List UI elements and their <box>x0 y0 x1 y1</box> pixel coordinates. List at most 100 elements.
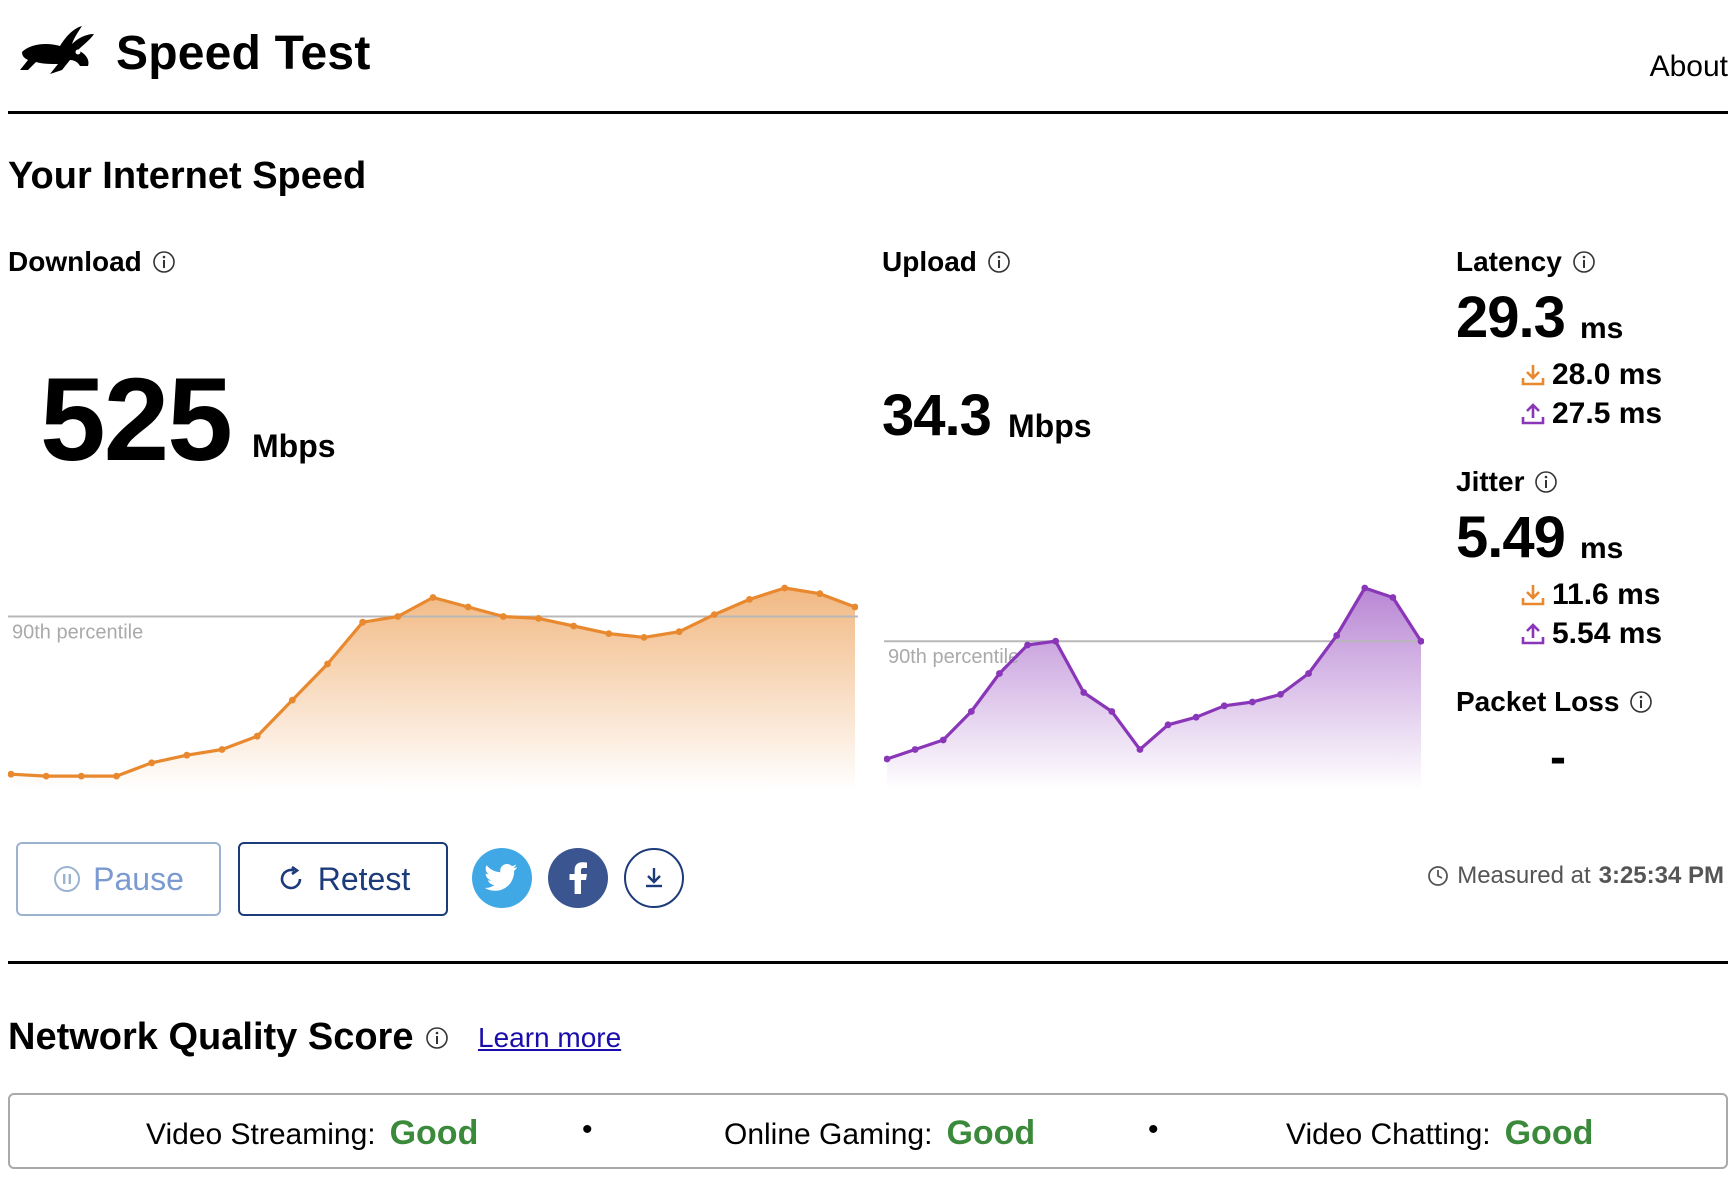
chart-point <box>148 759 156 767</box>
upload-label-text: Upload <box>882 246 977 277</box>
upload-value: 34.3 <box>882 383 992 448</box>
measured-at: Measured at 3:25:34 PM <box>1427 862 1724 890</box>
chart-area <box>887 588 1421 790</box>
upload-arrow-icon <box>1521 403 1545 425</box>
score-value: Good <box>389 1114 479 1152</box>
facebook-icon <box>569 862 587 894</box>
chart-point <box>996 670 1003 677</box>
info-icon[interactable] <box>987 250 1011 274</box>
jitter-download-value: 11.6 ms <box>1552 578 1661 611</box>
chart-point <box>816 590 824 598</box>
chart-point <box>288 696 296 704</box>
chart-point <box>1136 746 1144 753</box>
facebook-share-button[interactable] <box>548 848 608 908</box>
chart-point <box>1192 713 1200 721</box>
retest-button[interactable]: Retest <box>238 842 448 916</box>
download-results-button[interactable] <box>624 848 684 908</box>
chart-point <box>710 611 718 618</box>
info-icon[interactable] <box>152 250 176 274</box>
chart-point <box>1080 689 1088 696</box>
twitter-icon <box>485 864 517 891</box>
upload-unit: Mbps <box>1008 408 1092 444</box>
latency-value: 29.3 <box>1456 285 1566 350</box>
latency-label: Latency <box>1456 246 1596 278</box>
chart-point <box>183 751 191 759</box>
download-chart: 90th percentile <box>8 584 858 790</box>
chart-point <box>1052 637 1060 645</box>
packet-loss-value: - <box>1550 731 1566 784</box>
jitter-upload-value: 5.54 ms <box>1552 617 1663 650</box>
jitter-download-row: 11.6 ms <box>1520 578 1660 612</box>
score-label: Video Chatting: <box>1286 1118 1491 1151</box>
chart-point <box>911 746 919 753</box>
jitter-value: 5.49 <box>1456 505 1566 570</box>
download-icon <box>646 868 662 888</box>
download-arrow-icon <box>1521 585 1545 606</box>
chart-area <box>11 588 855 790</box>
chart-point <box>1220 702 1228 710</box>
twitter-share-button[interactable] <box>472 848 532 908</box>
chart-point <box>605 630 613 637</box>
chart-point <box>640 634 648 641</box>
measured-time: 3:25:34 PM <box>1598 862 1724 889</box>
score-video-streaming: Video Streaming: Good <box>146 1114 478 1153</box>
percentile-label: 90th percentile <box>12 622 143 644</box>
measured-prefix: Measured at <box>1457 862 1591 889</box>
chart-point <box>429 594 437 601</box>
download-value: 525 <box>40 354 233 486</box>
refresh-icon <box>280 865 302 890</box>
latency-download-value: 28.0 ms <box>1552 358 1663 391</box>
download-arrow-icon <box>1521 365 1545 386</box>
chart-point <box>218 746 226 753</box>
chart-point <box>324 660 331 668</box>
network-quality-title: Network Quality Score <box>8 1016 449 1059</box>
chart-point <box>675 628 683 636</box>
rabbit-icon[interactable] <box>16 22 100 82</box>
info-icon[interactable] <box>425 1026 449 1050</box>
info-icon[interactable] <box>1534 470 1558 494</box>
separator-dot: • <box>582 1113 593 1146</box>
upload-label: Upload <box>882 246 1011 278</box>
pause-label: Pause <box>93 860 184 897</box>
chart-point <box>1277 691 1284 698</box>
latency-upload-value: 27.5 ms <box>1552 397 1663 430</box>
jitter-unit: ms <box>1580 532 1624 565</box>
chart-point <box>939 736 947 744</box>
section-divider <box>8 961 1728 964</box>
chart-point <box>113 772 120 780</box>
upload-chart: 90th percentile <box>884 584 1424 790</box>
chart-point <box>1248 698 1256 706</box>
chart-point <box>1024 641 1031 649</box>
score-label: Video Streaming: <box>146 1118 376 1151</box>
chart-point <box>1389 594 1397 601</box>
chart-point <box>781 584 789 592</box>
info-icon[interactable] <box>1629 690 1653 714</box>
jitter-upload-row: 5.54 ms <box>1520 617 1662 651</box>
chart-point <box>1305 670 1312 677</box>
chart-point <box>253 732 261 740</box>
learn-more-link[interactable]: Learn more <box>478 1022 621 1054</box>
score-value: Good <box>946 1114 1036 1152</box>
latency-upload-row: 27.5 ms <box>1520 397 1662 431</box>
score-online-gaming: Online Gaming: Good <box>724 1114 1035 1153</box>
chart-point <box>394 613 402 620</box>
retest-label: Retest <box>317 860 411 897</box>
info-icon[interactable] <box>1572 250 1596 274</box>
brand-title[interactable]: Speed Test <box>116 26 371 81</box>
about-link[interactable]: About <box>1650 50 1728 84</box>
score-label: Online Gaming: <box>724 1118 933 1151</box>
site-header: Speed Test About <box>8 0 1728 114</box>
chart-point <box>570 622 578 630</box>
page-title: Your Internet Speed <box>8 155 367 197</box>
download-label: Download <box>8 246 176 278</box>
packet-loss-label-text: Packet Loss <box>1456 686 1620 717</box>
download-label-text: Download <box>8 246 142 277</box>
chart-point <box>42 772 50 780</box>
score-video-chatting: Video Chatting: Good <box>1286 1114 1593 1153</box>
latency-download-row: 28.0 ms <box>1520 358 1662 392</box>
pause-button[interactable]: Pause <box>16 842 221 916</box>
pause-icon <box>54 866 81 892</box>
chart-point <box>77 772 85 780</box>
chart-point <box>1108 708 1116 715</box>
network-quality-score-box: Video Streaming: Good • Online Gaming: G… <box>8 1093 1728 1169</box>
